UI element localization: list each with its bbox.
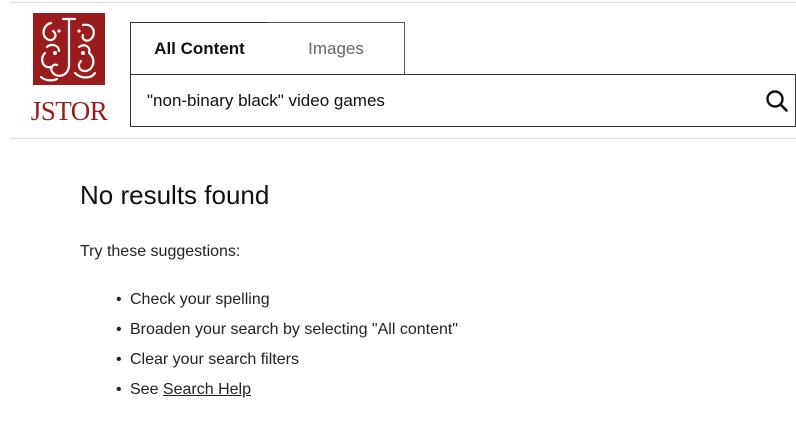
tab-all-content[interactable]: All Content xyxy=(130,22,269,74)
suggestions-intro: Try these suggestions: xyxy=(80,243,241,260)
list-item: Clear your search filters xyxy=(116,350,458,380)
header-divider xyxy=(10,138,796,139)
logo-ornament-mark xyxy=(33,13,105,85)
top-divider xyxy=(10,2,796,3)
list-item: Check your spelling xyxy=(116,290,458,320)
search-bar xyxy=(130,74,796,127)
search-icon xyxy=(766,90,788,112)
search-input[interactable] xyxy=(131,75,795,126)
page-title: No results found xyxy=(80,180,270,210)
logo-wordmark: JSTOR xyxy=(30,96,108,126)
suggestions-list: Check your spelling Broaden your search … xyxy=(116,290,458,410)
tab-images[interactable]: Images xyxy=(268,22,405,74)
list-item-help: See Search Help xyxy=(116,380,458,410)
search-help-link[interactable]: Search Help xyxy=(163,381,251,398)
help-prefix: See xyxy=(130,381,163,398)
search-button[interactable] xyxy=(761,85,793,117)
jstor-logo[interactable]: JSTOR xyxy=(26,13,112,129)
list-item: Broaden your search by selecting "All co… xyxy=(116,320,458,350)
